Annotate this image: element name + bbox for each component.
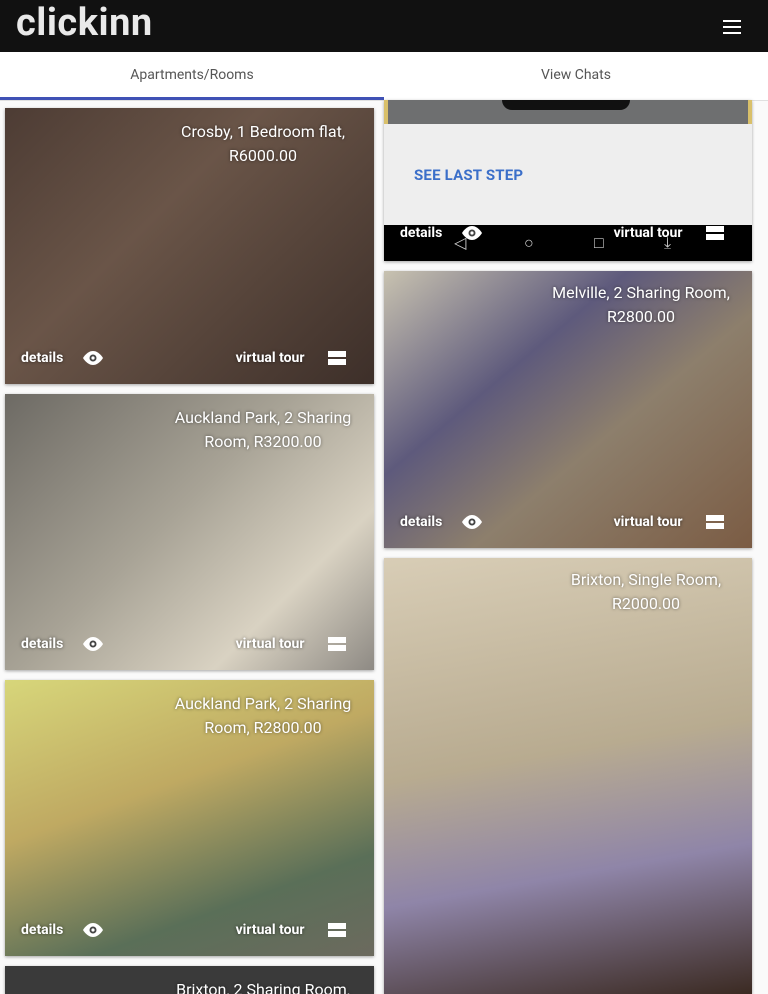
listing-card[interactable]: Brixton, 2 Sharing Room, xyxy=(5,966,374,994)
details-label: details xyxy=(400,225,443,241)
listing-card[interactable]: Auckland Park, 2 Sharing Room, R3200.00 … xyxy=(5,394,374,670)
eye-icon xyxy=(461,226,482,240)
tab-view-chats[interactable]: View Chats xyxy=(384,52,768,100)
home-circle-icon: ○ xyxy=(524,233,534,252)
virtual-tour-link[interactable]: virtual tour xyxy=(236,922,346,938)
listing-title: Auckland Park, 2 Sharing Room, R3200.00 xyxy=(174,408,352,451)
virtual-tour-link[interactable]: virtual tour xyxy=(614,514,724,530)
virtual-tour-label: virtual tour xyxy=(235,350,305,366)
virtual-tour-link[interactable]: virtual tour xyxy=(614,225,724,241)
eye-icon xyxy=(82,637,103,651)
virtual-tour-link[interactable]: virtual tour xyxy=(236,350,346,366)
view-stream-icon xyxy=(328,351,346,365)
photo-road-strip xyxy=(384,100,752,124)
listing-title: Crosby, 1 Bedroom flat, R6000.00 xyxy=(181,122,345,165)
view-stream-icon xyxy=(328,923,346,937)
virtual-tour-label: virtual tour xyxy=(235,636,305,652)
eye-icon xyxy=(82,351,103,365)
tab-apartments-rooms[interactable]: Apartments/Rooms xyxy=(0,52,384,100)
listing-card[interactable]: Auckland Park, 2 Sharing Room, R2800.00 … xyxy=(5,680,374,956)
details-link[interactable]: details xyxy=(21,922,105,938)
listing-title: Brixton, 2 Sharing Room, xyxy=(176,980,350,994)
details-label: details xyxy=(21,922,64,938)
tab-label: Apartments/Rooms xyxy=(130,67,254,83)
eye-icon xyxy=(461,515,482,529)
phone-button-shape xyxy=(502,100,630,110)
virtual-tour-link[interactable]: virtual tour xyxy=(236,636,346,652)
details-link[interactable]: details xyxy=(400,225,484,241)
hamburger-menu-icon[interactable] xyxy=(722,19,742,35)
road-line xyxy=(384,100,388,124)
tab-label: View Chats xyxy=(541,67,611,83)
details-label: details xyxy=(21,350,64,366)
listing-title: Auckland Park, 2 Sharing Room, R2800.00 xyxy=(174,694,352,737)
listing-photo xyxy=(384,558,752,994)
eye-icon xyxy=(82,923,103,937)
brand-logo: clickinn xyxy=(16,1,153,45)
details-label: details xyxy=(21,636,64,652)
view-stream-icon xyxy=(706,226,724,240)
tab-bar: Apartments/Rooms View Chats xyxy=(0,52,768,101)
virtual-tour-label: virtual tour xyxy=(613,514,683,530)
virtual-tour-label: virtual tour xyxy=(235,922,305,938)
app-bar: clickinn xyxy=(0,0,768,52)
view-stream-icon xyxy=(328,637,346,651)
virtual-tour-label: virtual tour xyxy=(613,225,683,241)
details-link[interactable]: details xyxy=(21,636,105,652)
see-last-step-text: SEE LAST STEP xyxy=(414,166,524,184)
recents-square-icon: □ xyxy=(594,233,604,252)
listing-title: Melville, 2 Sharing Room, R2800.00 xyxy=(552,283,730,326)
listing-card[interactable]: Crosby, 1 Bedroom flat, R6000.00 details… xyxy=(5,108,374,384)
listing-card[interactable]: Brixton, Single Room, R2000.00 xyxy=(384,558,752,994)
details-link[interactable]: details xyxy=(21,350,105,366)
listing-card[interactable]: Melville, 2 Sharing Room, R2800.00 detai… xyxy=(384,271,752,548)
listing-card[interactable]: SEE LAST STEP ◁ ○ □ ⤓ details virtual to… xyxy=(384,100,752,261)
road-line xyxy=(748,100,752,124)
details-link[interactable]: details xyxy=(400,514,484,530)
details-label: details xyxy=(400,514,443,530)
listing-title: Brixton, Single Room, R2000.00 xyxy=(570,570,722,613)
view-stream-icon xyxy=(706,515,724,529)
